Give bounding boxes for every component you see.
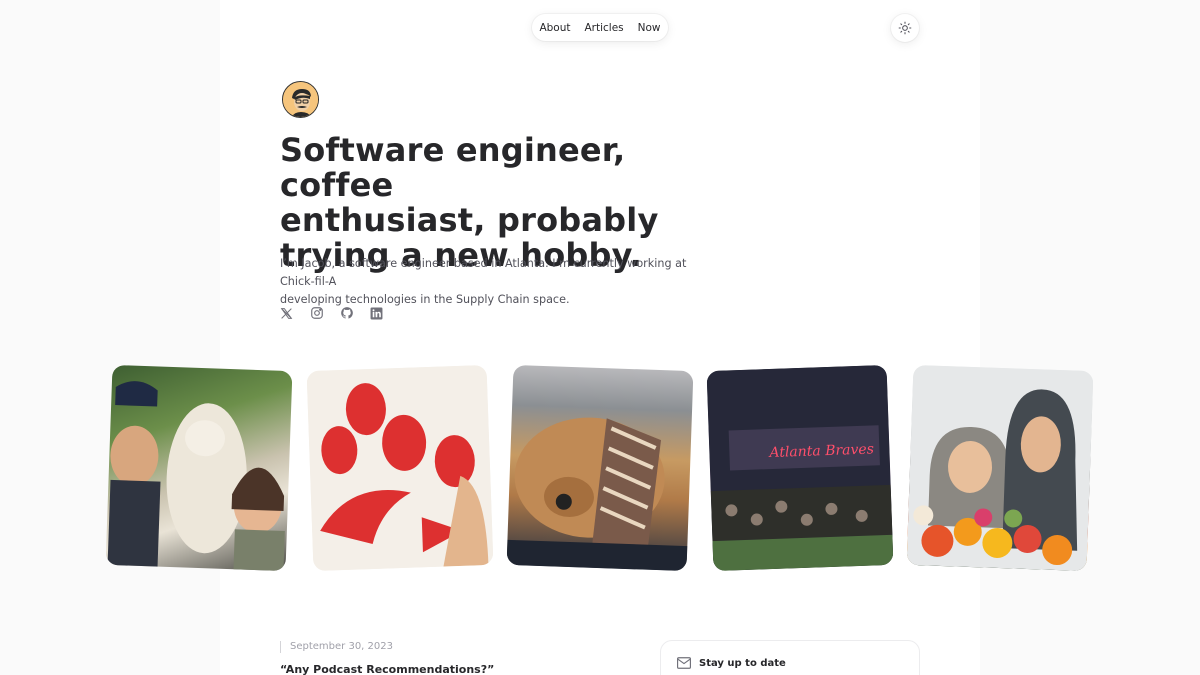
photo-sleeping-dog (506, 364, 694, 572)
page-title: Software engineer, coffee enthusiast, pr… (280, 133, 740, 273)
photo-selfie-with-llama (105, 364, 293, 572)
headline-line-2: enthusiast, probably (280, 201, 659, 239)
newsletter-card: Stay up to date (660, 640, 920, 675)
intro-paragraph: I’m Jacob, a software engineer based in … (280, 255, 720, 309)
mail-icon (677, 657, 691, 669)
photo-couple-with-flowers (906, 364, 1094, 572)
nav-link-now[interactable]: Now (638, 22, 661, 34)
sun-icon (898, 21, 912, 35)
intro-line-1: I’m Jacob, a software engineer based in … (280, 257, 687, 288)
linkedin-icon[interactable] (370, 305, 385, 320)
newsletter-title: Stay up to date (699, 658, 786, 669)
x-icon[interactable] (280, 305, 295, 320)
headline-line-1: Software engineer, coffee (280, 131, 626, 204)
article-date: September 30, 2023 (280, 641, 393, 653)
theme-toggle-button[interactable] (891, 14, 919, 42)
content-panel (220, 0, 980, 675)
avatar[interactable] (282, 81, 319, 118)
instagram-icon[interactable] (310, 305, 325, 320)
github-icon[interactable] (340, 305, 355, 320)
article-title[interactable]: “Any Podcast Recommendations?” (280, 663, 494, 675)
nav-link-about[interactable]: About (539, 22, 570, 34)
photo-chick-fil-a-bag (306, 364, 494, 572)
social-links (280, 305, 385, 320)
photo-atlanta-braves-stadium: Atlanta Braves (706, 364, 894, 572)
nav-link-articles[interactable]: Articles (585, 22, 624, 34)
top-navigation: About Articles Now (532, 14, 668, 41)
